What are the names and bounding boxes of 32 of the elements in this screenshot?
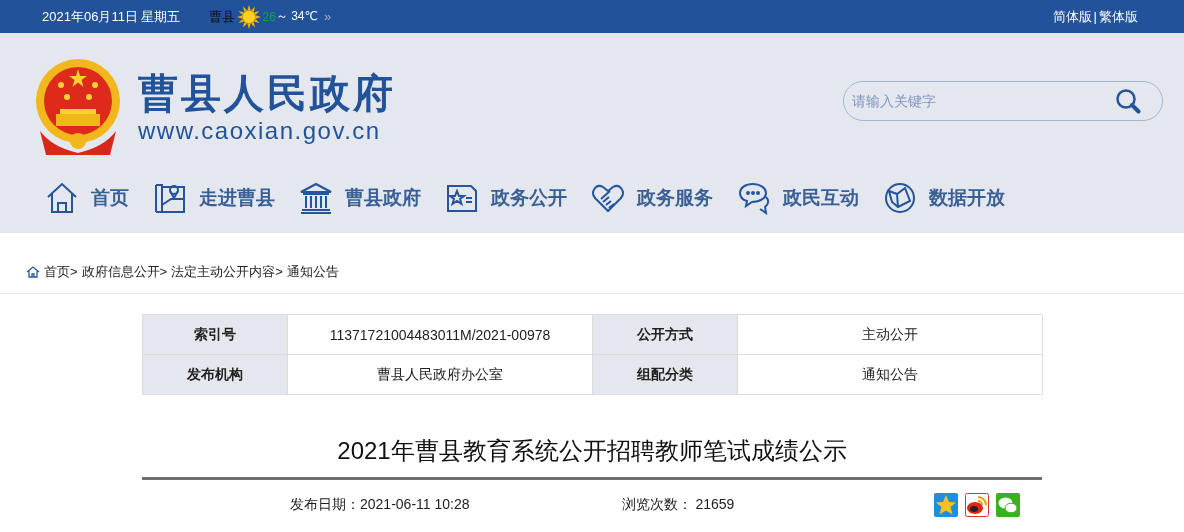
breadcrumb-link[interactable]: 法定主动公开内容> xyxy=(171,263,283,281)
separator: | xyxy=(1093,9,1097,24)
nav-item[interactable]: 走进曹县 xyxy=(153,181,275,215)
nav-item[interactable]: 政务公开 xyxy=(445,181,567,215)
temperature-range: ～ 34℃ xyxy=(275,8,319,25)
more-weather-link[interactable]: » xyxy=(324,9,332,24)
low-temperature: 26 xyxy=(262,9,276,24)
breadcrumb-link[interactable]: 政府信息公开> xyxy=(81,263,168,281)
breadcrumb-link[interactable]: 首页> xyxy=(44,263,78,281)
table-header-cell: 索引号 xyxy=(143,315,288,355)
site-url: www.caoxian.gov.cn xyxy=(138,117,382,145)
table-header-cell: 组配分类 xyxy=(593,355,738,395)
nav-item[interactable]: 政务服务 xyxy=(591,181,713,215)
nav-item[interactable]: 政民互动 xyxy=(737,181,859,215)
nav-item[interactable]: 数据开放 xyxy=(883,181,1005,215)
version-link[interactable]: 繁体版 xyxy=(1099,7,1138,26)
publish-date: 发布日期：2021-06-11 10:28 xyxy=(290,496,470,514)
table-header-cell: 公开方式 xyxy=(593,315,738,355)
nav-item[interactable]: 首页 xyxy=(45,181,129,215)
table-cell: 主动公开 xyxy=(738,315,1043,355)
weather-city: 曹县 xyxy=(208,7,235,26)
version-link[interactable]: 简体版 xyxy=(1052,7,1092,26)
breadcrumb-link[interactable]: 通知公告 xyxy=(286,263,339,281)
table-cell: 通知公告 xyxy=(738,355,1043,395)
article-title: 2021年曹县教育系统公开招聘教师笔试成绩公示 xyxy=(142,435,1042,480)
table-cell: 曹县人民政府办公室 xyxy=(288,355,593,395)
search-field[interactable]: 请输入关键字 xyxy=(843,81,1163,121)
table-header-cell: 发布机构 xyxy=(143,355,288,395)
view-count: 浏览次数： 21659 xyxy=(621,496,735,514)
date-text: 2021年06月11日 星期五 xyxy=(42,7,181,26)
nav-item[interactable]: 曹县政府 xyxy=(299,181,421,215)
site-name: 曹县人民政府 xyxy=(138,70,396,117)
